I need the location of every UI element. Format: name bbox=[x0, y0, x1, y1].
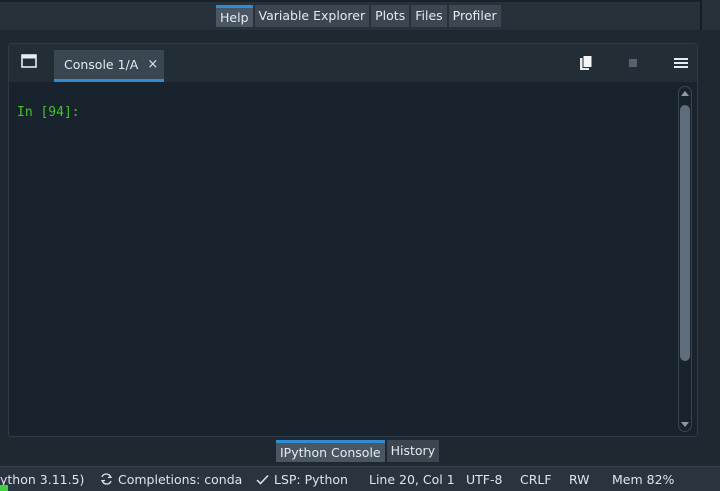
undock-window-icon[interactable] bbox=[21, 53, 37, 68]
tab-profiler[interactable]: Profiler bbox=[448, 5, 501, 27]
console-output-area[interactable]: In [94]: bbox=[10, 82, 678, 434]
permissions-status: RW bbox=[569, 472, 590, 487]
ipython-console-pane: Console 1/A × In [94]: bbox=[8, 43, 698, 437]
completions-label: Completions: conda bbox=[118, 472, 243, 487]
tab-files[interactable]: Files bbox=[411, 5, 447, 27]
tab-plots[interactable]: Plots bbox=[371, 5, 410, 27]
python-version-status[interactable]: ython 3.11.5) bbox=[0, 472, 84, 487]
console-pane-header: Console 1/A × bbox=[9, 44, 697, 82]
console-tab-label: Console 1/A bbox=[64, 57, 139, 72]
scroll-down-arrow-icon[interactable] bbox=[681, 422, 689, 427]
hamburger-menu-icon[interactable] bbox=[670, 52, 692, 74]
upper-pane-strip: Help Variable Explorer Plots Files Profi… bbox=[0, 0, 720, 30]
refresh-icon bbox=[100, 472, 113, 487]
tab-variable-explorer[interactable]: Variable Explorer bbox=[254, 5, 370, 27]
encoding-status: UTF-8 bbox=[466, 472, 503, 487]
close-icon[interactable]: × bbox=[147, 58, 158, 71]
tab-history[interactable]: History bbox=[386, 440, 440, 462]
lsp-status[interactable]: LSP: Python bbox=[256, 472, 348, 487]
scroll-thumb[interactable] bbox=[680, 105, 690, 361]
scroll-up-arrow-icon[interactable] bbox=[681, 91, 689, 96]
copy-icon[interactable] bbox=[575, 52, 597, 74]
lower-pane-tab-bar: IPython Console History bbox=[276, 440, 440, 462]
tab-ipython-console[interactable]: IPython Console bbox=[276, 440, 385, 462]
eol-status: CRLF bbox=[520, 472, 552, 487]
status-indicator bbox=[0, 485, 8, 491]
status-bar: ython 3.11.5) Completions: conda LSP: Py… bbox=[0, 466, 720, 491]
cursor-position-status: Line 20, Col 1 bbox=[369, 472, 455, 487]
upper-pane-tab-bar: Help Variable Explorer Plots Files Profi… bbox=[216, 5, 501, 27]
upper-pane-edge bbox=[0, 0, 700, 2]
vertical-scrollbar[interactable] bbox=[678, 86, 692, 432]
completions-status[interactable]: Completions: conda bbox=[100, 472, 242, 487]
checkmark-icon bbox=[256, 472, 269, 487]
spyder-window: Help Variable Explorer Plots Files Profi… bbox=[0, 0, 720, 491]
tab-console-1a[interactable]: Console 1/A × bbox=[54, 50, 164, 82]
tab-help[interactable]: Help bbox=[216, 5, 253, 27]
stop-icon[interactable] bbox=[622, 52, 644, 74]
lsp-label: LSP: Python bbox=[274, 472, 348, 487]
pane-divider bbox=[700, 0, 702, 30]
memory-status: Mem 82% bbox=[612, 472, 675, 487]
input-prompt: In [94]: bbox=[17, 105, 80, 120]
